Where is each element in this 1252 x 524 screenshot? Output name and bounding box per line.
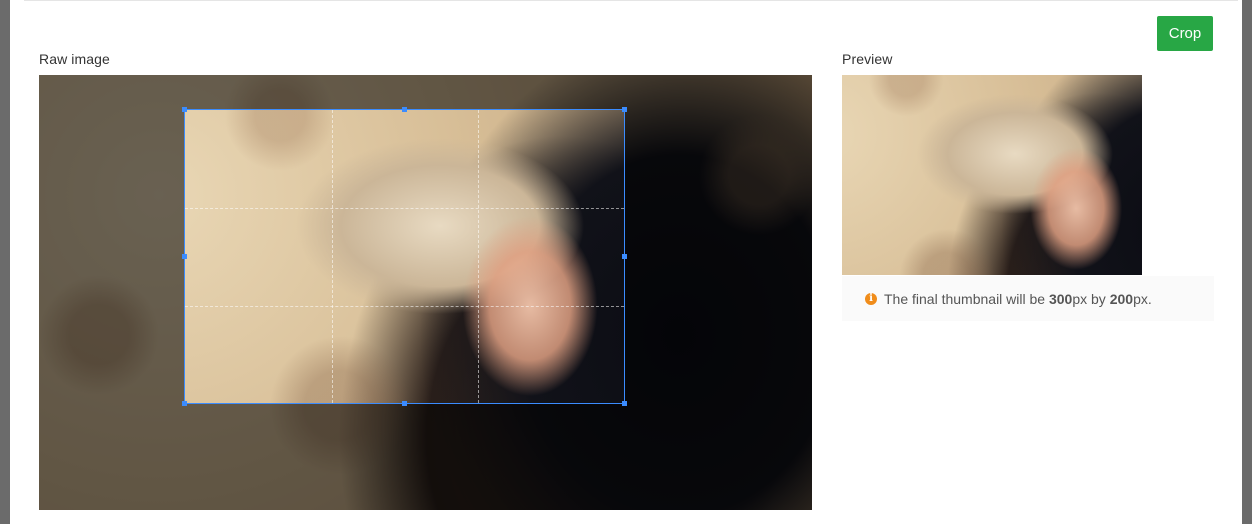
preview-label: Preview (842, 51, 893, 67)
backdrop (1242, 0, 1252, 524)
note-unit: px by (1072, 290, 1110, 307)
note-unit: px. (1133, 290, 1152, 307)
thumbnail-size-text: The final thumbnail will be 300px by 200… (884, 291, 1152, 307)
crop-selection-image (185, 110, 624, 403)
thumbnail-size-note: i The final thumbnail will be 300px by 2… (842, 276, 1214, 321)
crop-handle-right[interactable] (622, 254, 627, 259)
raw-image-label: Raw image (39, 51, 110, 67)
crop-button[interactable]: Crop (1157, 16, 1213, 51)
crop-guide-vertical (332, 110, 333, 403)
crop-handle-top[interactable] (402, 107, 407, 112)
note-prefix: The final thumbnail will be (884, 290, 1049, 307)
preview-image (842, 75, 1142, 275)
thumbnail-height: 200 (1109, 290, 1134, 307)
crop-guide-horizontal (185, 208, 624, 209)
info-icon: i (865, 292, 877, 305)
thumbnail-width: 300 (1048, 290, 1073, 307)
crop-handle-top-left[interactable] (182, 107, 187, 112)
crop-handle-bottom[interactable] (402, 401, 407, 406)
crop-handle-top-right[interactable] (622, 107, 627, 112)
crop-handle-bottom-right[interactable] (622, 401, 627, 406)
raw-image-canvas[interactable] (39, 75, 812, 510)
crop-handle-left[interactable] (182, 254, 187, 259)
backdrop (0, 0, 10, 524)
header-divider (24, 0, 1238, 1)
crop-dialog: Crop Raw image Preview i The final thumb… (10, 0, 1242, 524)
crop-selection[interactable] (184, 109, 625, 404)
crop-guide-horizontal (185, 306, 624, 307)
crop-handle-bottom-left[interactable] (182, 401, 187, 406)
crop-guide-vertical (478, 110, 479, 403)
